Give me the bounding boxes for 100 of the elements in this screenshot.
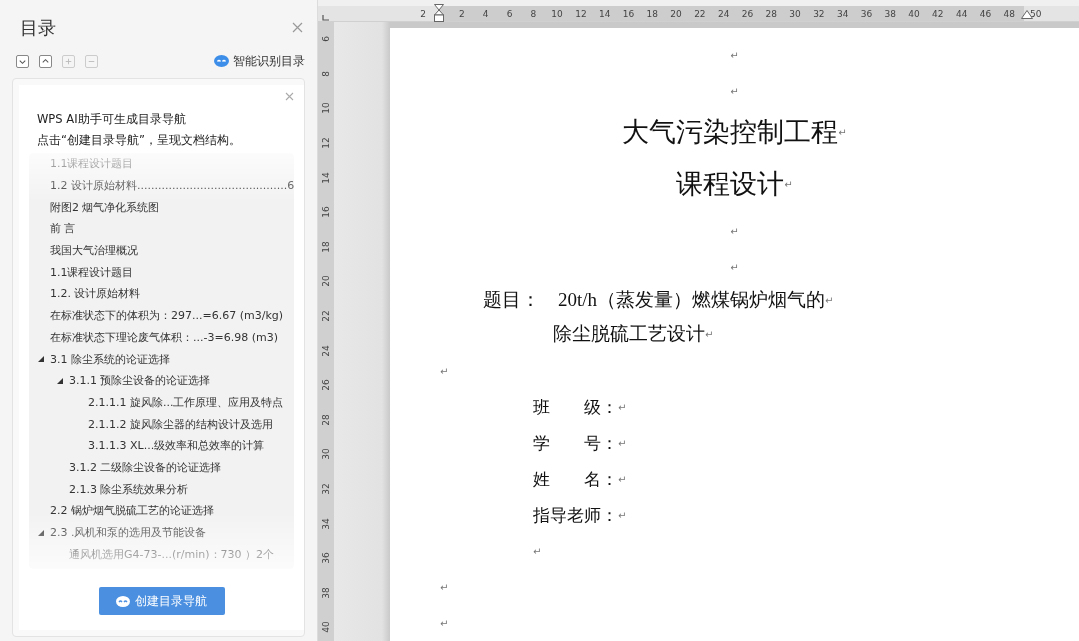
ruler-number: 8 — [529, 8, 538, 19]
paragraph-mark: ↵ — [784, 178, 793, 190]
paragraph-mark: ↵ — [730, 85, 739, 97]
ruler-number: 18 — [321, 241, 331, 253]
toc-item[interactable]: 1.1课程设计题目 — [50, 264, 134, 280]
ruler-number: 44 — [954, 8, 969, 19]
paragraph-mark: ↵ — [533, 545, 542, 557]
toc-item[interactable]: 2.2 锅炉烟气脱硫工艺的论证选择 — [50, 503, 214, 519]
paragraph-mark: ↵ — [730, 261, 739, 273]
cloud-icon — [214, 55, 229, 67]
expanded-triangle-icon[interactable] — [38, 529, 44, 536]
tab-stop-icon[interactable] — [322, 15, 329, 21]
form-label: 指导老师： — [533, 504, 618, 527]
toc-item[interactable]: 3.1 除尘系统的论证选择 — [50, 351, 170, 367]
toc-item[interactable]: 3.1.1 预除尘设备的论证选择 — [69, 373, 211, 389]
form-label: 姓 名： — [533, 468, 618, 491]
ruler-number: 20 — [669, 8, 683, 19]
paragraph-mark: ↵ — [825, 294, 834, 306]
panel-title: 目录 — [20, 16, 56, 40]
indent-marker-icon[interactable] — [1021, 10, 1033, 19]
ruler-number: 2 — [458, 8, 466, 19]
ruler-number: 22 — [321, 310, 331, 322]
ruler-number: 24 — [716, 8, 731, 19]
ruler-number: 6 — [505, 8, 514, 19]
ruler-number: 34 — [835, 8, 850, 19]
ruler-number: 48 — [1002, 8, 1016, 19]
ruler-number: 2 — [420, 8, 426, 19]
topic-label: 题目： — [483, 288, 540, 312]
toc-item[interactable]: 前 言 — [50, 221, 76, 237]
toc-item[interactable]: 2.1.3 除尘系统效果分析 — [69, 481, 189, 497]
ruler-number: 18 — [645, 8, 659, 19]
paragraph-mark: ↵ — [705, 328, 714, 340]
ruler-number: 16 — [321, 206, 331, 218]
ruler-number: 22 — [693, 8, 707, 19]
toc-item[interactable]: 1.2 设计原始材料...........................................6 — [50, 178, 295, 194]
paragraph-mark: ↵ — [838, 126, 847, 138]
ruler-number: 12 — [574, 8, 588, 19]
ruler-number: 36 — [859, 8, 874, 19]
toc-item[interactable]: 在标准状态下理论废气体积：...-3=6.98 (m3) — [50, 329, 278, 345]
ruler-number: 46 — [978, 8, 993, 19]
toc-item[interactable]: 1.2. 设计原始材料 — [50, 286, 141, 302]
ruler-number: 50 — [1030, 8, 1042, 19]
paragraph-mark: ↵ — [618, 437, 627, 449]
paragraph-mark: ↵ — [618, 401, 627, 413]
ruler-number: 8 — [321, 71, 331, 77]
ruler-number: 42 — [931, 8, 945, 19]
ruler-number: 40 — [321, 621, 331, 634]
ruler-number: 4 — [481, 8, 490, 19]
ruler-number: 24 — [321, 344, 331, 357]
ruler-number: 6 — [321, 36, 331, 43]
ruler-number: 34 — [321, 517, 331, 530]
ruler-number: 30 — [321, 448, 331, 461]
paragraph-mark: ↵ — [440, 365, 449, 377]
topic-text: 除尘脱硫工艺设计 — [553, 322, 705, 346]
ruler-number: 14 — [597, 8, 612, 19]
ruler-number: 28 — [764, 8, 778, 19]
ruler-number: 10 — [321, 102, 331, 115]
smart-toc-button[interactable]: 智能识别目录 — [214, 52, 305, 70]
ruler-number: 36 — [321, 552, 331, 564]
paragraph-mark: ↵ — [440, 617, 449, 629]
ruler-number: 12 — [321, 137, 331, 149]
toc-item[interactable]: 2.3 .风机和泵的选用及节能设备 — [50, 525, 207, 541]
ruler-number: 38 — [883, 8, 897, 19]
ruler-number: 20 — [321, 275, 331, 288]
toc-item[interactable]: 附图2 烟气净化系统图 — [50, 199, 160, 215]
toc-item[interactable]: 2.1.1.2 旋风除尘器的结构设计及选用 — [88, 416, 273, 432]
expand-all-button[interactable] — [16, 54, 29, 68]
toc-item[interactable]: 3.1.2 二级除尘设备的论证选择 — [69, 459, 222, 475]
paragraph-mark: ↵ — [730, 49, 739, 61]
ruler-number: 10 — [550, 8, 564, 19]
toc-item[interactable]: 我国大气治理概况 — [50, 243, 138, 259]
paragraph-mark: ↵ — [440, 581, 449, 593]
info-text: 点击“创建目录导航”，呈现文档结构。 — [36, 132, 242, 149]
form-label: 学 号： — [533, 432, 618, 455]
toc-item[interactable]: 2.1.1.1 旋风除...工作原理、应用及特点 — [88, 394, 284, 410]
ruler-number: 28 — [321, 414, 331, 426]
collapse-all-button[interactable] — [39, 54, 52, 68]
topic-text: 20t/h（蒸发量）燃煤锅炉烟气的 — [558, 288, 826, 312]
ruler-number: 16 — [621, 8, 636, 19]
form-label: 班 级： — [533, 396, 618, 419]
toc-item[interactable]: 3.1.1.3 XL...级效率和总效率的计算 — [88, 438, 265, 454]
ruler-number: 32 — [321, 483, 331, 495]
toc-item[interactable]: 在标准状态下的体积为：297...=6.67 (m3/kg) — [50, 308, 284, 324]
ruler-number: 40 — [907, 8, 921, 19]
ruler-number: 26 — [321, 379, 331, 391]
cloud-icon — [116, 595, 131, 607]
ruler-number: 38 — [321, 587, 331, 599]
ruler-number: 30 — [788, 8, 802, 19]
info-text: WPS AI助手可生成目录导航 — [36, 111, 187, 128]
document-title: 大气污染控制工程 — [622, 116, 839, 149]
ruler-number: 14 — [321, 171, 331, 184]
ruler-number: 26 — [740, 8, 755, 19]
paragraph-mark: ↵ — [618, 509, 627, 521]
ruler-number: 32 — [812, 8, 826, 19]
paragraph-mark: ↵ — [618, 473, 627, 485]
document-subtitle: 课程设计 — [676, 168, 785, 201]
expanded-triangle-icon[interactable] — [38, 356, 44, 363]
paragraph-mark: ↵ — [730, 225, 739, 237]
expanded-triangle-icon[interactable] — [57, 377, 63, 384]
indent-marker-icon[interactable] — [434, 4, 444, 22]
